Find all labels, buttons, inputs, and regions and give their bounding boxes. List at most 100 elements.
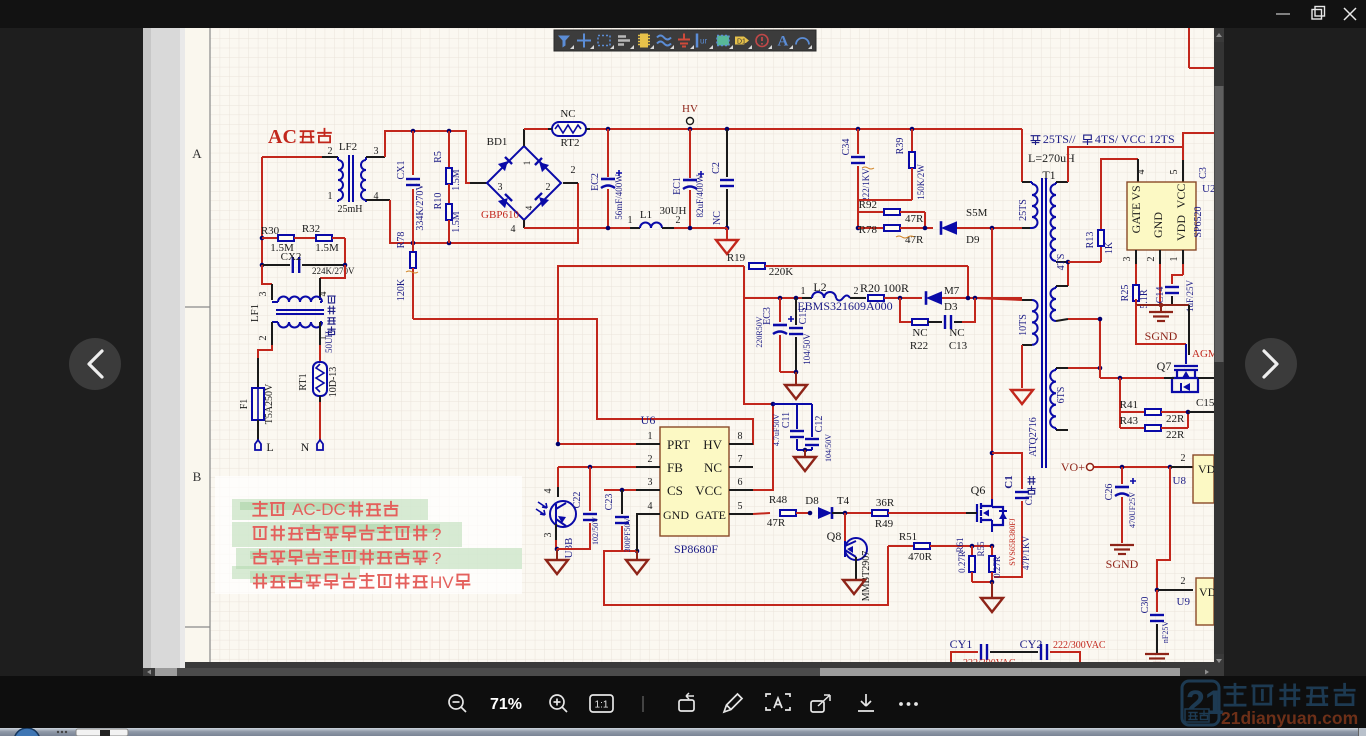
svg-text:1.5M: 1.5M: [451, 169, 462, 191]
svg-text:R48: R48: [769, 494, 788, 506]
svg-text:4: 4: [524, 205, 534, 210]
svg-text:EBMS321609A000: EBMS321609A000: [797, 299, 892, 313]
svg-text:5: 5: [1169, 170, 1180, 175]
svg-text:LF2: LF2: [339, 141, 357, 153]
svg-text:D8: D8: [805, 495, 819, 507]
svg-text:SGND: SGND: [1106, 557, 1139, 571]
svg-text:10TS: 10TS: [1018, 314, 1029, 336]
svg-text:2: 2: [648, 454, 653, 465]
svg-text:AC: AC: [268, 126, 297, 148]
svg-text:5: 5: [738, 501, 743, 512]
svg-text:3: 3: [498, 182, 503, 193]
svg-text:A: A: [778, 34, 789, 50]
svg-text:GND: GND: [663, 508, 689, 522]
svg-text:F1: F1: [239, 399, 250, 410]
svg-text:R32: R32: [302, 223, 320, 235]
svg-text:U8: U8: [1173, 475, 1187, 487]
svg-text:EC1: EC1: [672, 177, 683, 195]
svg-text:56mF/400W: 56mF/400W: [614, 174, 624, 220]
svg-text:21dianyuan.com: 21dianyuan.com: [1221, 708, 1358, 728]
svg-text:1: 1: [648, 431, 653, 442]
svg-text:2: 2: [1146, 257, 1157, 262]
svg-text:B: B: [193, 469, 202, 484]
svg-text:C13: C13: [949, 340, 968, 352]
svg-text:222/300VAC: 222/300VAC: [1053, 640, 1106, 651]
svg-text:R55: R55: [976, 541, 986, 557]
svg-text:0.27R: 0.27R: [957, 551, 967, 573]
svg-text:S5M: S5M: [966, 207, 988, 219]
svg-text:ATQ2716: ATQ2716: [1028, 417, 1039, 456]
svg-text:2: 2: [328, 146, 333, 157]
svg-text:T4: T4: [837, 495, 850, 507]
svg-text:4.7uF50V: 4.7uF50V: [772, 414, 781, 446]
svg-text:25TS//: 25TS//: [1043, 132, 1076, 146]
svg-text:A: A: [192, 146, 202, 161]
svg-text:GND: GND: [1151, 212, 1165, 238]
svg-text:MMBT2907: MMBT2907: [861, 551, 872, 602]
svg-text:6: 6: [738, 477, 743, 488]
svg-text:2: 2: [854, 286, 859, 297]
svg-text:R25: R25: [1120, 285, 1131, 302]
svg-text:BD1: BD1: [487, 136, 508, 148]
svg-text:470R: 470R: [908, 551, 933, 563]
svg-text:R49: R49: [875, 518, 894, 530]
svg-text:50UH: 50UH: [324, 331, 334, 353]
svg-text:CY1: CY1: [950, 637, 973, 651]
svg-text:AC-DC: AC-DC: [292, 500, 346, 519]
svg-text:4TS/ VCC 12TS: 4TS/ VCC 12TS: [1095, 132, 1175, 146]
svg-text:300PF50V: 300PF50V: [623, 517, 632, 552]
svg-text:C15: C15: [798, 308, 809, 325]
svg-text:NC: NC: [949, 327, 964, 339]
svg-text:22R: 22R: [1166, 413, 1185, 425]
svg-text:2: 2: [1181, 576, 1186, 587]
svg-text:C30: C30: [1140, 597, 1151, 614]
svg-text:2: 2: [258, 336, 269, 341]
svg-text:7: 7: [738, 454, 743, 465]
svg-text:R92: R92: [859, 199, 877, 211]
svg-text:1:1: 1:1: [595, 700, 609, 711]
svg-text:CX2: CX2: [281, 251, 302, 263]
svg-text:6TS: 6TS: [1056, 387, 1067, 404]
svg-text:25mH: 25mH: [338, 204, 363, 215]
svg-text:LF1: LF1: [249, 304, 261, 322]
svg-text:HV: HV: [703, 437, 722, 452]
svg-text:NC: NC: [712, 211, 723, 225]
svg-text:C1: C1: [1003, 475, 1015, 488]
svg-text:N: N: [301, 440, 310, 454]
svg-text:D1: D1: [737, 38, 746, 45]
svg-text:1K: 1K: [1104, 241, 1115, 254]
svg-text:R10: R10: [433, 193, 444, 210]
svg-text:4: 4: [648, 501, 653, 512]
svg-text:T1: T1: [1042, 168, 1055, 182]
svg-text:D9: D9: [966, 234, 980, 246]
svg-text:HV: HV: [682, 103, 698, 115]
svg-text:104/50V: 104/50V: [824, 434, 833, 462]
svg-text:C23: C23: [604, 494, 615, 511]
svg-text:U9: U9: [1177, 596, 1191, 608]
svg-text:120K: 120K: [396, 278, 407, 301]
svg-text:1: 1: [328, 191, 333, 202]
svg-text:CY2: CY2: [1020, 637, 1043, 651]
svg-text:8: 8: [738, 431, 743, 442]
svg-text:R51: R51: [899, 531, 917, 543]
svg-text:PRT: PRT: [667, 437, 690, 452]
svg-text:L2: L2: [813, 280, 826, 294]
svg-text:SP8680F: SP8680F: [674, 542, 718, 556]
svg-text:2: 2: [546, 182, 551, 193]
svg-text:EC2: EC2: [590, 173, 601, 191]
svg-text:M7: M7: [944, 285, 960, 297]
svg-text:47R: 47R: [767, 517, 786, 529]
svg-text:C22: C22: [572, 492, 583, 509]
svg-text:1: 1: [522, 161, 532, 166]
svg-text:100R: 100R: [883, 281, 909, 295]
svg-text:R22: R22: [910, 340, 928, 352]
svg-text:RT1: RT1: [298, 373, 309, 390]
svg-text:R41: R41: [1120, 399, 1138, 411]
svg-text:C12: C12: [814, 416, 825, 433]
svg-text:R13: R13: [1085, 232, 1096, 249]
svg-text:C15: C15: [1196, 397, 1215, 409]
svg-text:T5A250V: T5A250V: [264, 383, 275, 424]
svg-text:334K/270V: 334K/270V: [415, 183, 426, 231]
svg-text:NC: NC: [912, 327, 927, 339]
svg-text:VO+: VO+: [1061, 460, 1085, 474]
